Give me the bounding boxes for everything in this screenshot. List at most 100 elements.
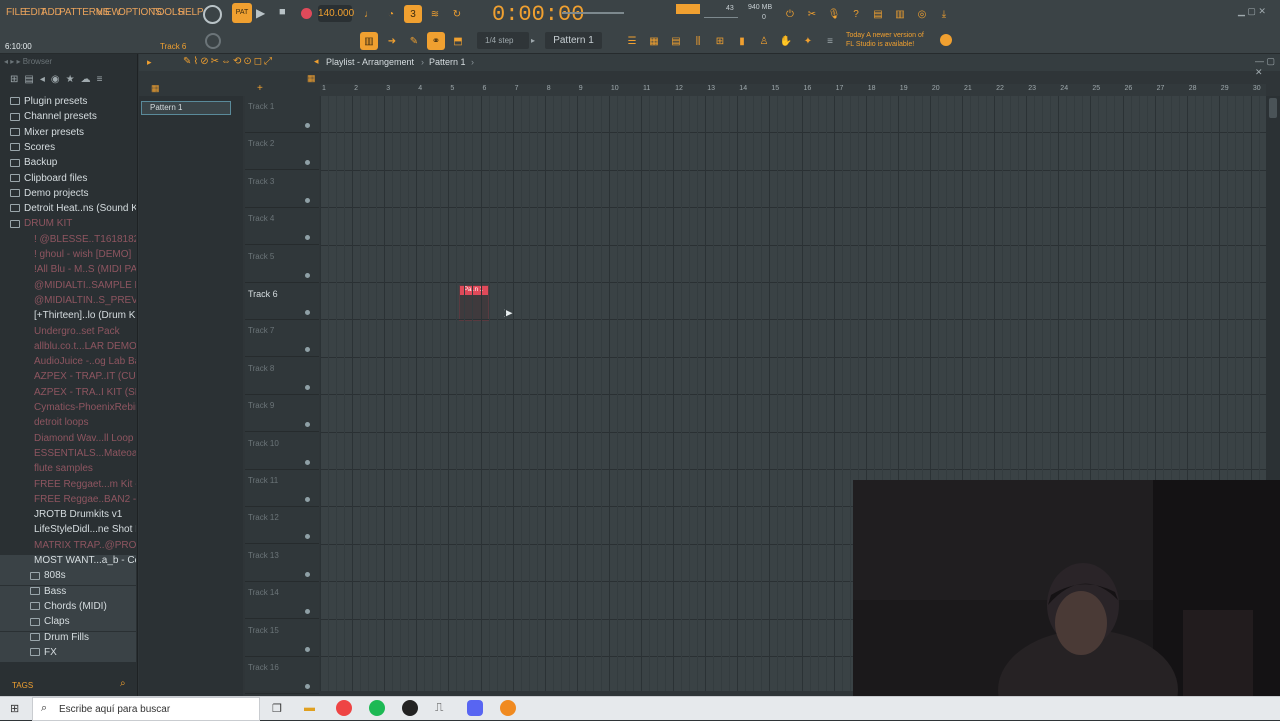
step-sequencer-icon[interactable]: ▦ xyxy=(645,32,663,50)
track-header[interactable]: Track 5 xyxy=(245,246,319,283)
piano-icon[interactable]: ▥ xyxy=(360,32,378,50)
track-mute-led[interactable] xyxy=(305,459,310,465)
browser-item[interactable]: @MIDIALTIN..S_PREVIEWS xyxy=(0,295,136,310)
browser-item[interactable]: Channel presets xyxy=(0,111,136,126)
plugin-icon[interactable]: ▥ xyxy=(891,5,909,23)
fl-studio-icon[interactable] xyxy=(500,700,516,716)
track-mute-led[interactable] xyxy=(305,384,310,390)
browser-item[interactable]: Clipboard files xyxy=(0,173,136,188)
browser-back-icon[interactable]: ◂ xyxy=(40,74,45,90)
browser-item[interactable]: detroit loops xyxy=(0,417,136,432)
browser-item[interactable]: 808s xyxy=(0,570,136,586)
playlist-menu-icon[interactable]: ▸ xyxy=(147,57,152,68)
channel-rack-icon[interactable]: ⊞ xyxy=(711,32,729,50)
search-box[interactable]: ⌕ Escribe aquí para buscar xyxy=(32,697,260,721)
chat-icon[interactable]: ◎ xyxy=(913,5,931,23)
browser-item[interactable]: Detroit Heat..ns (Sound Kit) xyxy=(0,203,136,218)
spotify-icon[interactable] xyxy=(369,700,385,716)
track-header[interactable]: Track 11 xyxy=(245,470,319,507)
track-header[interactable]: Track 16 xyxy=(245,657,319,694)
timeline-ruler[interactable]: 1 2 3 4 5 6 7 8 9 10 11 12 13 14 15 16 17 18 19 20 21 22 23 24 2… xyxy=(320,84,1266,96)
play-button[interactable]: ▶ xyxy=(256,6,265,20)
browser-menu-icon[interactable]: ≡ xyxy=(97,74,103,90)
track-header[interactable]: Track 9 xyxy=(245,395,319,433)
track-mute-led[interactable] xyxy=(305,123,310,128)
master-pitch-slider[interactable] xyxy=(562,12,624,14)
power-icon[interactable]: ⏻ xyxy=(781,5,799,23)
browser-item[interactable]: MATRIX TRAP..@PRODBYLJS xyxy=(0,540,136,555)
track-header[interactable]: Track 6 xyxy=(245,283,319,320)
browser-forward-icon[interactable]: ◉ xyxy=(51,74,60,90)
track-header[interactable]: Track 3 xyxy=(245,171,319,208)
browser-item[interactable]: Demo projects xyxy=(0,188,136,203)
browser-item[interactable]: AudioJuice -..og Lab Bank) xyxy=(0,356,136,371)
stamp-icon[interactable]: ⬒ xyxy=(449,32,467,50)
track-mute-led[interactable] xyxy=(305,347,310,353)
track-header[interactable]: Track 13 xyxy=(245,545,319,582)
track-mute-led[interactable] xyxy=(305,272,310,278)
pattern-selector[interactable]: Pattern 1 xyxy=(545,32,602,49)
browser-item[interactable]: Chords (MIDI) xyxy=(0,600,136,616)
browser-item[interactable]: AZPEX - TRAP..IT (CURSED) xyxy=(0,371,136,386)
track-header[interactable]: Track 12 xyxy=(245,507,319,545)
browser-cloud-icon[interactable]: ☁ xyxy=(81,74,91,90)
track-mute-led[interactable] xyxy=(305,310,310,315)
browser-item[interactable]: AZPEX - TRA..I KIT (SNUFF) xyxy=(0,387,136,402)
track-mute-led[interactable] xyxy=(305,197,310,203)
browser-item[interactable]: Mixer presets xyxy=(0,127,136,142)
wait-icon[interactable]: ◔ xyxy=(382,5,400,23)
browser-search-icon[interactable]: ⌕ xyxy=(120,678,126,689)
snap-selector[interactable]: 1/4 step xyxy=(477,32,529,49)
link-icon[interactable]: ⚭ xyxy=(427,32,445,50)
browser-all-icon[interactable]: ⊞ xyxy=(10,74,18,90)
master-volume-knob[interactable] xyxy=(203,5,222,24)
browser-item[interactable]: FREE Reggae..BAN2 - 2211 xyxy=(0,494,136,509)
add-track-icon[interactable]: + xyxy=(257,83,263,94)
mixer-icon[interactable]: ⫼ xyxy=(689,32,707,50)
browser-arrows-icon[interactable]: ◂ ▸ ▸ xyxy=(4,57,23,66)
track-header[interactable]: Track 2 xyxy=(245,133,319,171)
playlist-window-controls[interactable]: — ▢ ✕ xyxy=(1255,56,1280,78)
track-header[interactable]: Track 14 xyxy=(245,582,319,620)
browser-item[interactable]: !All Blu - M..S (MIDI PACK) xyxy=(0,264,136,279)
pencil-icon[interactable]: ✎ xyxy=(405,32,423,50)
help-icon[interactable]: ? xyxy=(847,5,865,23)
download-icon[interactable]: ⤓ xyxy=(935,5,953,23)
track-header[interactable]: Track 1 xyxy=(245,96,319,133)
browser-item[interactable]: MOST WANT...a_b - Copy xyxy=(0,555,136,570)
app-icon[interactable] xyxy=(402,700,418,716)
track-mute-led[interactable] xyxy=(305,609,310,615)
main-knob[interactable] xyxy=(205,33,221,49)
tools-icon[interactable]: ✦ xyxy=(799,32,817,50)
track-mute-led[interactable] xyxy=(305,534,310,540)
browser-item[interactable]: Backup xyxy=(0,157,136,172)
pattern-item[interactable]: Pattern 1 xyxy=(141,101,231,115)
fl-studio-taskbar-icon[interactable]: ⎍ xyxy=(435,700,443,715)
browser-item[interactable]: FREE Reggaet...m Kit - 2211 xyxy=(0,479,136,494)
news-panel[interactable]: Today A newer version of FL Studio is av… xyxy=(846,31,924,49)
track-mute-led[interactable] xyxy=(305,571,310,577)
track-mute-led[interactable] xyxy=(305,497,310,502)
snap-icon[interactable]: ▦ xyxy=(307,73,316,84)
track-mute-led[interactable] xyxy=(305,646,310,652)
chrome-icon[interactable] xyxy=(336,700,352,716)
track-header[interactable]: Track 15 xyxy=(245,620,319,657)
menu-help[interactable]: HELP xyxy=(178,7,204,18)
track-header[interactable]: Track 8 xyxy=(245,358,319,395)
touch-icon[interactable]: ✋ xyxy=(777,32,795,50)
playlist-prev-icon[interactable]: ◂ xyxy=(314,56,319,67)
discord-icon[interactable] xyxy=(467,700,483,716)
track-header[interactable]: Track 10 xyxy=(245,433,319,470)
browser-item[interactable]: ! @BLESSE..T1618182-001 xyxy=(0,234,136,249)
playlist-icon[interactable]: ☰ xyxy=(623,32,641,50)
browser-item[interactable]: Scores xyxy=(0,142,136,157)
blend-icon[interactable]: ≋ xyxy=(426,5,444,23)
browser-item[interactable]: Undergro..set Pack xyxy=(0,326,136,341)
browser-item[interactable]: FX xyxy=(0,646,136,662)
track-mute-led[interactable] xyxy=(305,422,310,428)
track-header[interactable]: Track 4 xyxy=(245,208,319,246)
track-header[interactable]: Track 7 xyxy=(245,320,319,358)
list-icon[interactable]: ≡ xyxy=(821,32,839,50)
window-controls[interactable]: ▁ ▢ ✕ xyxy=(1238,6,1266,17)
track-mute-led[interactable] xyxy=(305,160,310,166)
